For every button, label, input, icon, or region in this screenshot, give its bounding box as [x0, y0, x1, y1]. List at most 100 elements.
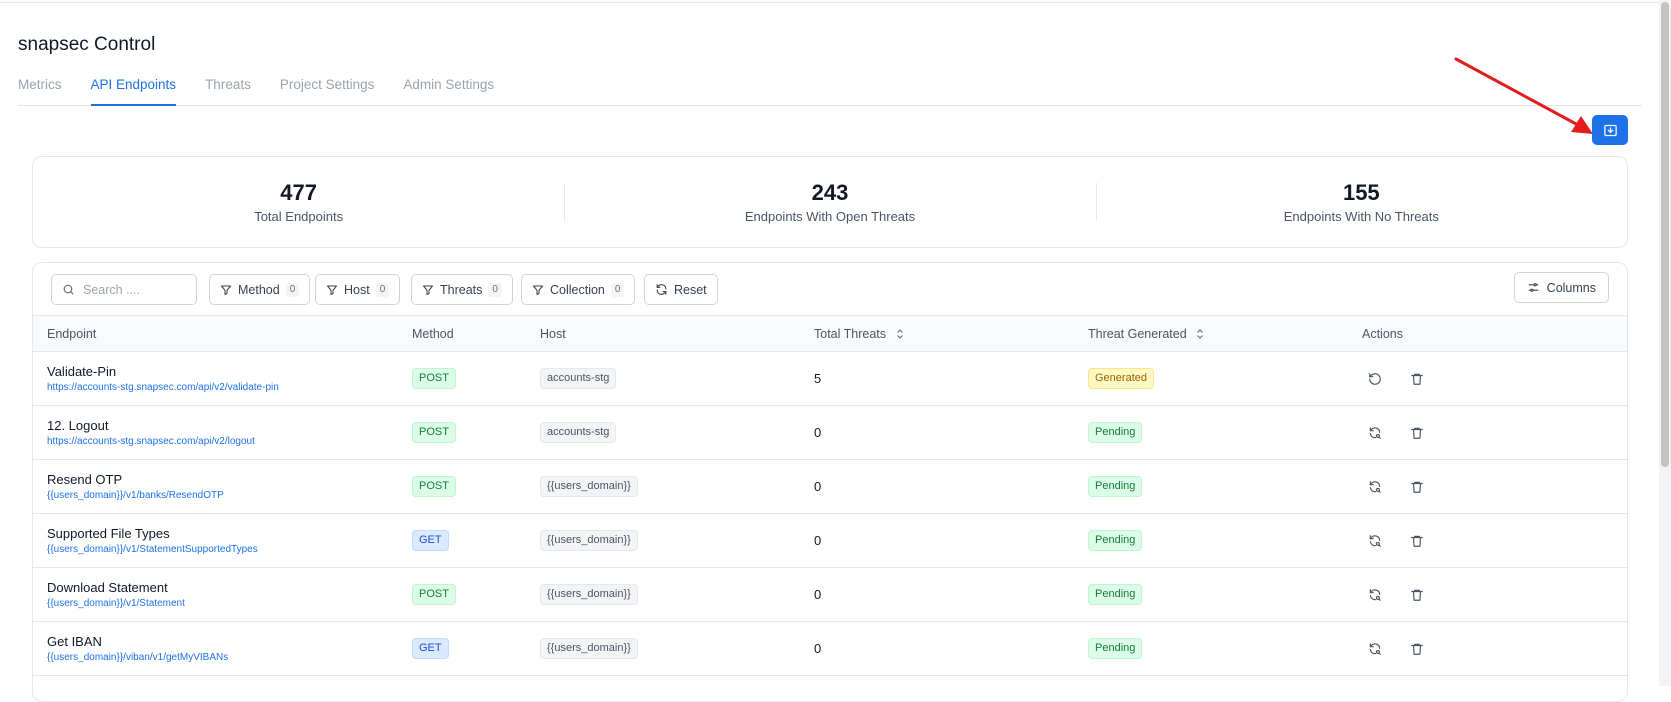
generate-threats-button[interactable]	[1366, 586, 1384, 604]
status-badge: Pending	[1088, 422, 1143, 443]
stats-summary-card: 477 Total Endpoints 243 Endpoints With O…	[32, 156, 1628, 248]
search-icon	[63, 284, 74, 295]
endpoint-cell: Validate-Pin https://accounts-stg.snapse…	[33, 352, 398, 406]
host-badge: accounts-stg	[540, 422, 617, 443]
page-title: snapsec Control	[18, 34, 156, 55]
endpoint-name: Download Statement	[47, 580, 168, 595]
trash-icon	[1411, 427, 1423, 439]
endpoint-url-link[interactable]: https://accounts-stg.snapsec.com/api/v2/…	[47, 436, 398, 447]
total-threats-value: 0	[814, 533, 822, 548]
filter-icon	[327, 285, 337, 295]
stat-label: Endpoints With Open Threats	[744, 209, 916, 224]
stat-open-threats: 243 Endpoints With Open Threats	[564, 157, 1095, 247]
column-header-endpoint: Endpoint	[47, 326, 97, 341]
refresh-icon	[656, 284, 667, 295]
export-button[interactable]	[1592, 115, 1628, 145]
endpoint-name: Get IBAN	[47, 634, 102, 649]
tab-admin-settings[interactable]: Admin Settings	[403, 73, 494, 106]
host-badge: {{users_domain}}	[540, 584, 638, 605]
delete-button[interactable]	[1408, 424, 1426, 442]
endpoint-url-link[interactable]: {{users_domain}}/v1/StatementSupportedTy…	[47, 544, 398, 555]
sort-icon[interactable]	[896, 328, 904, 340]
stat-label: Total Endpoints	[254, 209, 344, 224]
filter-method-button[interactable]: Method 0	[209, 274, 311, 305]
columns-label: Columns	[1546, 280, 1596, 295]
refresh-search-icon	[1369, 426, 1381, 439]
regenerate-button[interactable]	[1366, 370, 1384, 388]
endpoint-name: Validate-Pin	[47, 364, 117, 379]
delete-button[interactable]	[1408, 478, 1426, 496]
status-badge: Generated	[1088, 368, 1154, 389]
column-header-label: Total Threats	[814, 326, 887, 341]
row-actions	[1362, 370, 1627, 388]
filter-collection-button[interactable]: Collection 0	[521, 274, 636, 305]
scrollbar-thumb[interactable]	[1661, 2, 1669, 467]
vertical-scrollbar[interactable]	[1659, 0, 1671, 686]
columns-button[interactable]: Columns	[1513, 272, 1609, 303]
table-row[interactable]: Validate-Pin https://accounts-stg.snapse…	[33, 352, 1627, 406]
reset-button[interactable]: Reset	[644, 274, 718, 305]
tab-metrics[interactable]: Metrics	[18, 73, 62, 106]
delete-button[interactable]	[1408, 640, 1426, 658]
trash-icon	[1411, 643, 1423, 655]
filter-count-badge: 0	[285, 282, 300, 297]
table-row[interactable]: 12. Logout https://accounts-stg.snapsec.…	[33, 406, 1627, 460]
search-box[interactable]	[51, 274, 197, 305]
host-badge: {{users_domain}}	[540, 476, 638, 497]
row-actions	[1362, 532, 1627, 550]
filter-host-button[interactable]: Host 0	[315, 274, 401, 305]
stat-total-endpoints: 477 Total Endpoints	[33, 157, 564, 247]
trash-icon	[1411, 373, 1423, 385]
search-input[interactable]	[83, 282, 183, 297]
refresh-search-icon	[1369, 588, 1381, 601]
table-row[interactable]: Get IBAN {{users_domain}}/viban/v1/getMy…	[33, 622, 1627, 676]
endpoints-table-card: Method 0 Host 0 Threats 0 Collection 0 R…	[32, 262, 1628, 702]
delete-button[interactable]	[1408, 586, 1426, 604]
column-header-threat-generated[interactable]: Threat Generated	[1074, 316, 1348, 352]
filter-count-badge: 0	[610, 282, 625, 297]
status-badge: Pending	[1088, 476, 1143, 497]
method-badge: POST	[412, 368, 456, 389]
filter-label: Collection	[550, 282, 605, 297]
stat-label: Endpoints With No Threats	[1283, 209, 1439, 224]
endpoint-url-link[interactable]: {{users_domain}}/v1/Statement	[47, 598, 398, 609]
status-badge: Pending	[1088, 530, 1143, 551]
generate-threats-button[interactable]	[1366, 478, 1384, 496]
delete-button[interactable]	[1408, 370, 1426, 388]
row-actions	[1362, 424, 1627, 442]
status-badge: Pending	[1088, 638, 1143, 659]
table-row[interactable]: Download Statement {{users_domain}}/v1/S…	[33, 568, 1627, 622]
host-badge: {{users_domain}}	[540, 638, 638, 659]
tab-bar: Metrics API Endpoints Threats Project Se…	[18, 73, 1642, 106]
tab-threats[interactable]: Threats	[205, 73, 251, 106]
endpoint-cell: 12. Logout https://accounts-stg.snapsec.…	[33, 406, 398, 460]
page: snapsec Control Metrics API Endpoints Th…	[0, 0, 1671, 702]
total-threats-value: 0	[814, 587, 822, 602]
generate-threats-button[interactable]	[1366, 640, 1384, 658]
delete-button[interactable]	[1408, 532, 1426, 550]
column-header-total-threats[interactable]: Total Threats	[800, 316, 1074, 352]
endpoint-cell: Resend OTP {{users_domain}}/v1/banks/Res…	[33, 460, 398, 514]
endpoint-url-link[interactable]: {{users_domain}}/v1/banks/ResendOTP	[47, 490, 398, 501]
tab-api-endpoints[interactable]: API Endpoints	[90, 73, 177, 106]
endpoint-url-link[interactable]: https://accounts-stg.snapsec.com/api/v2/…	[47, 382, 398, 393]
host-badge: accounts-stg	[540, 368, 617, 389]
method-badge: POST	[412, 584, 456, 605]
tab-project-settings[interactable]: Project Settings	[280, 73, 375, 106]
stat-value: 477	[280, 180, 318, 205]
stat-value: 243	[811, 180, 849, 205]
filter-threats-button[interactable]: Threats 0	[411, 274, 513, 305]
sort-icon[interactable]	[1196, 328, 1204, 340]
endpoints-table: Endpoint Method Host Total Threats Threa…	[33, 315, 1627, 676]
table-row[interactable]: Supported File Types {{users_domain}}/v1…	[33, 514, 1627, 568]
method-badge: GET	[412, 638, 449, 659]
table-row[interactable]: Resend OTP {{users_domain}}/v1/banks/Res…	[33, 460, 1627, 514]
reset-label: Reset	[674, 282, 707, 297]
generate-threats-button[interactable]	[1366, 532, 1384, 550]
generate-threats-button[interactable]	[1366, 424, 1384, 442]
filter-icon	[423, 285, 433, 295]
stat-value: 155	[1342, 180, 1380, 205]
endpoint-url-link[interactable]: {{users_domain}}/viban/v1/getMyVIBANs	[47, 652, 398, 663]
refresh-search-icon	[1369, 480, 1381, 493]
method-badge: GET	[412, 530, 449, 551]
